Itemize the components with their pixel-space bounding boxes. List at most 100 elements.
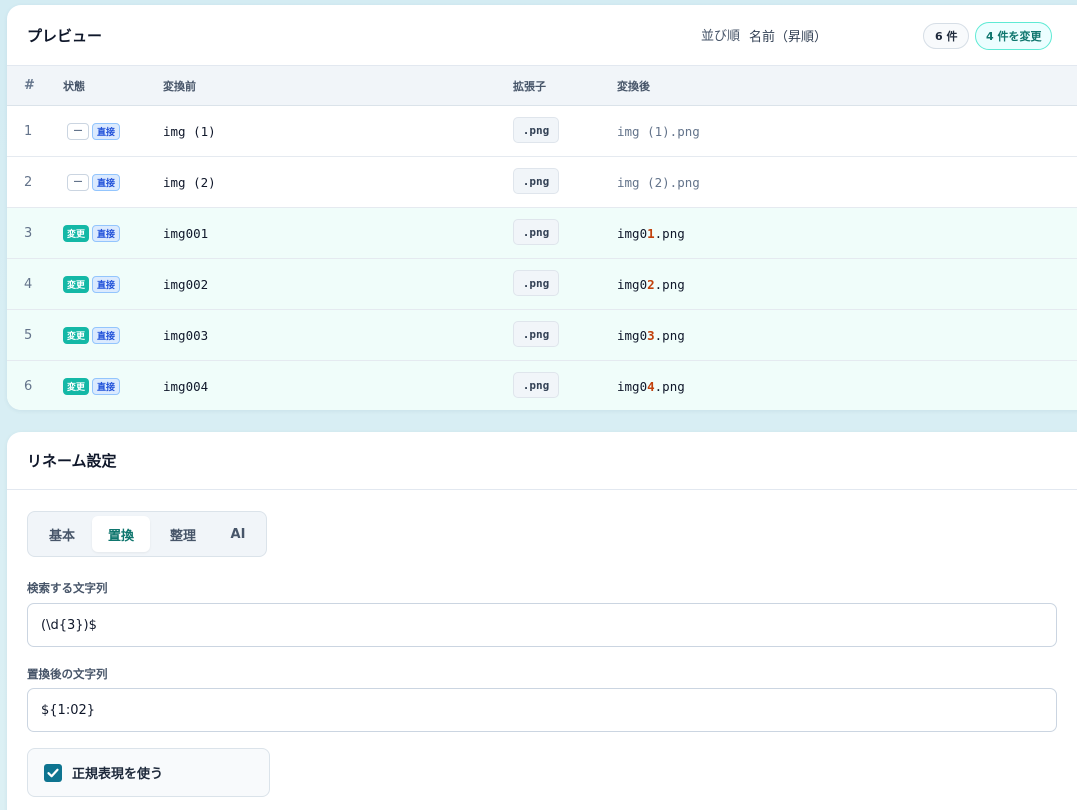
- extension-chip: .png: [513, 270, 559, 296]
- before-name: img003: [163, 327, 209, 343]
- table-row: 4 変更 直接 img002 .png img02.png: [7, 258, 1077, 310]
- row-state: 変更 直接: [47, 208, 163, 259]
- changed-chip: 変更: [63, 326, 90, 344]
- after-name-prefix: img0: [617, 276, 648, 292]
- replace-input[interactable]: ${1:02}: [27, 688, 1057, 732]
- row-state: — 直接: [47, 106, 163, 157]
- row-ext: .png: [513, 259, 617, 310]
- after-name-highlight: 3: [647, 327, 655, 343]
- before-name: img (1): [163, 123, 216, 139]
- preview-panel: プレビュー 並び順 名前（昇順） 6 件 4 件を変更 # 状態 変換前 拡張子…: [7, 5, 1077, 410]
- tab-ai[interactable]: AI: [216, 516, 260, 552]
- column-header-num[interactable]: #: [7, 66, 47, 106]
- before-name: img (2): [163, 174, 216, 190]
- search-input-value: (\d{3})$: [41, 617, 97, 633]
- after-name: img03.png: [617, 310, 1077, 361]
- after-name: img04.png: [617, 361, 1077, 411]
- after-name-suffix: .png: [654, 378, 685, 394]
- direct-mode-chip: 直接: [92, 122, 121, 140]
- row-state: 変更 直接: [47, 259, 163, 310]
- replace-input-value: ${1:02}: [41, 702, 96, 718]
- regex-checkbox[interactable]: [44, 763, 62, 782]
- tab-basic[interactable]: 基本: [32, 516, 92, 552]
- settings-header: リネーム設定: [7, 432, 1077, 490]
- row-state: 変更 直接: [47, 310, 163, 361]
- regex-label: 正規表現を使う: [72, 767, 164, 782]
- replace-label: 置換後の文字列: [27, 667, 108, 681]
- extension-chip: .png: [513, 321, 559, 347]
- after-name-prefix: img0: [617, 378, 648, 394]
- changed-count-badge: 4 件を変更: [975, 22, 1053, 50]
- after-name: img (2).png: [617, 157, 1077, 208]
- row-number: 6: [24, 378, 33, 394]
- row-number: 4: [24, 276, 33, 292]
- check-icon: [47, 768, 59, 777]
- after-name-suffix: .png: [654, 327, 685, 343]
- table-row: 3 変更 直接 img001 .png img01.png: [7, 207, 1077, 259]
- settings-title: リネーム設定: [27, 452, 117, 470]
- after-name-prefix: img0: [617, 225, 648, 241]
- table-row: 2— 直接 img (2) .png img (2).png: [7, 157, 1077, 208]
- row-number: 3: [24, 225, 33, 241]
- before-name: img001: [163, 225, 209, 241]
- after-name-suffix: .png: [654, 225, 685, 241]
- sort-label: 並び順: [701, 29, 741, 44]
- before-name: img002: [163, 276, 209, 292]
- table-row: 1— 直接 img (1) .png img (1).png: [7, 106, 1077, 157]
- direct-mode-chip: 直接: [92, 173, 121, 191]
- extension-chip: .png: [513, 117, 559, 143]
- rename-settings-panel: リネーム設定 基本 置換 整理 AI 検索する文字列 (\d{3})$ 置換後の…: [7, 432, 1077, 810]
- before-name: img004: [163, 378, 209, 394]
- after-name-prefix: img (2).png: [617, 174, 700, 190]
- unchanged-chip: —: [67, 122, 89, 140]
- after-name-suffix: .png: [654, 276, 685, 292]
- direct-mode-chip: 直接: [92, 326, 121, 344]
- after-name-highlight: 4: [647, 378, 655, 394]
- after-name-prefix: img0: [617, 327, 648, 343]
- column-header-after[interactable]: 変換後: [617, 66, 1077, 106]
- after-name-highlight: 1: [647, 225, 655, 241]
- sort-value: 名前（昇順）: [749, 29, 828, 45]
- extension-chip: .png: [513, 219, 559, 245]
- tab-organize[interactable]: 整理: [150, 516, 216, 552]
- after-name-prefix: img (1).png: [617, 123, 700, 139]
- regex-option[interactable]: 正規表現を使う: [27, 748, 270, 797]
- preview-table: # 状態 変換前 拡張子 変換後 1— 直接 img (1) .png img (1).…: [7, 65, 1077, 410]
- table-row: 5 変更 直接 img003 .png img03.png: [7, 309, 1077, 361]
- sort-select[interactable]: 名前（昇順）: [749, 23, 950, 47]
- row-ext: .png: [513, 157, 617, 208]
- column-header-ext[interactable]: 拡張子: [513, 66, 617, 106]
- row-state: — 直接: [47, 157, 163, 208]
- table-header-row: # 状態 変換前 拡張子 変換後: [7, 65, 1077, 106]
- sort-control: 並び順 名前（昇順）: [701, 25, 950, 45]
- direct-mode-chip: 直接: [92, 377, 121, 395]
- after-name: img01.png: [617, 208, 1077, 259]
- after-name: img (1).png: [617, 106, 1077, 157]
- settings-tabs: 基本 置換 整理 AI: [27, 511, 267, 557]
- after-name: img02.png: [617, 259, 1077, 310]
- direct-mode-chip: 直接: [92, 275, 121, 293]
- changed-chip: 変更: [63, 224, 90, 242]
- column-header-state[interactable]: 状態: [47, 66, 163, 106]
- direct-mode-chip: 直接: [92, 224, 121, 242]
- row-ext: .png: [513, 361, 617, 411]
- column-header-before[interactable]: 変換前: [163, 66, 513, 106]
- preview-header: プレビュー 並び順 名前（昇順） 6 件 4 件を変更: [7, 5, 1077, 65]
- row-number: 5: [24, 327, 33, 343]
- extension-chip: .png: [513, 168, 559, 194]
- extension-chip: .png: [513, 372, 559, 398]
- table-row: 6 変更 直接 img004 .png img04.png: [7, 360, 1077, 411]
- changed-chip: 変更: [63, 275, 90, 293]
- count-badge: 6 件: [923, 23, 970, 49]
- search-label: 検索する文字列: [27, 581, 108, 595]
- search-input[interactable]: (\d{3})$: [27, 603, 1057, 647]
- row-ext: .png: [513, 310, 617, 361]
- row-ext: .png: [513, 106, 617, 157]
- after-name-highlight: 2: [647, 276, 655, 292]
- unchanged-chip: —: [67, 173, 89, 191]
- preview-title: プレビュー: [27, 26, 103, 45]
- changed-chip: 変更: [63, 377, 90, 395]
- tab-replace[interactable]: 置換: [92, 516, 150, 552]
- row-ext: .png: [513, 208, 617, 259]
- row-number: 1: [24, 123, 33, 139]
